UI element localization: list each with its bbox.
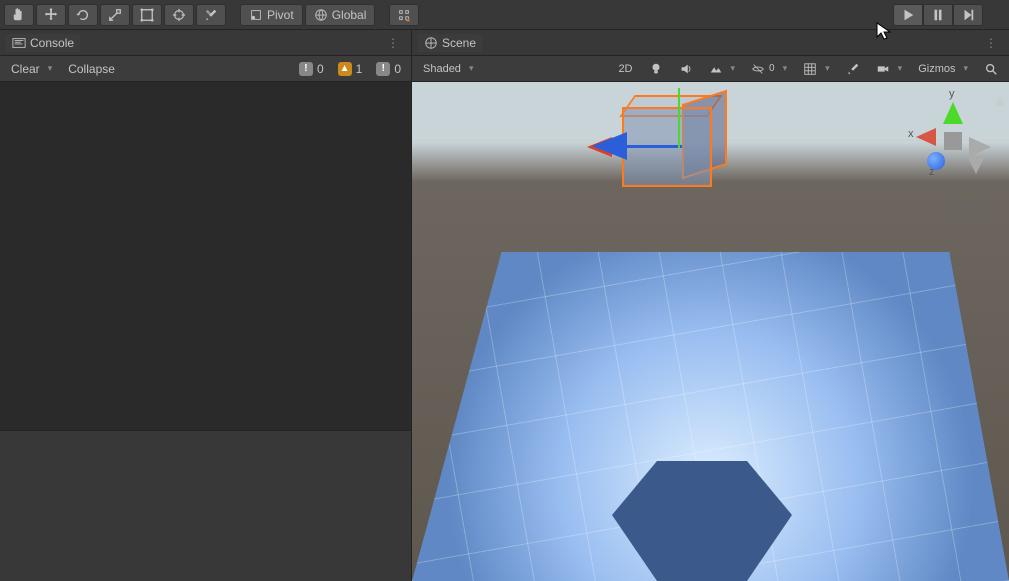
console-detail-area[interactable]: [0, 431, 411, 581]
2d-label: 2D: [618, 63, 632, 75]
grid-icon: [803, 62, 817, 76]
console-tab[interactable]: Console: [6, 34, 80, 52]
tools-button[interactable]: [839, 59, 867, 79]
play-button[interactable]: [893, 4, 923, 26]
shading-mode-dropdown[interactable]: Shaded: [416, 60, 536, 78]
pivot-label: Pivot: [267, 8, 294, 22]
play-controls: [893, 4, 983, 26]
effects-icon: [709, 62, 723, 76]
gizmo-z-line[interactable]: [627, 145, 682, 148]
scene-tab-label: Scene: [442, 36, 476, 50]
axis-y-label: y: [949, 88, 955, 100]
gizmo-y-cone[interactable]: [943, 102, 963, 124]
console-tab-label: Console: [30, 36, 74, 50]
rect-tool-button[interactable]: [132, 4, 162, 26]
scene-icon: [424, 36, 438, 50]
lightbulb-icon: [649, 62, 663, 76]
eye-off-icon: [751, 62, 765, 76]
scene-tab[interactable]: Scene: [418, 34, 482, 52]
console-panel: Console ⋮ Clear Collapse ! 0 ▲ 1 ! 0: [0, 30, 412, 581]
console-tab-bar: Console ⋮: [0, 30, 411, 56]
axis-x-label: x: [908, 128, 914, 140]
collapse-label: Collapse: [68, 62, 115, 76]
info-count-toggle[interactable]: ! 0: [293, 60, 330, 78]
error-count: 0: [394, 62, 401, 76]
chevron-left-icon: [940, 201, 952, 213]
projection-label: Persp: [956, 200, 987, 214]
gizmo-center[interactable]: [944, 132, 962, 150]
gizmos-label: Gizmos: [918, 63, 955, 75]
grid-dropdown[interactable]: [796, 59, 837, 79]
snap-toggle-button[interactable]: [389, 4, 419, 26]
scene-toolbar: Shaded 2D 0: [412, 56, 1009, 82]
gizmo-y-line[interactable]: [678, 88, 680, 148]
audio-icon: [679, 62, 693, 76]
step-button[interactable]: [953, 4, 983, 26]
audio-toggle-button[interactable]: [672, 59, 700, 79]
gizmo-z-arrow[interactable]: [592, 132, 627, 160]
rotate-tool-button[interactable]: [68, 4, 98, 26]
gizmo-x-cone[interactable]: [916, 128, 936, 146]
projection-toggle[interactable]: Persp: [940, 200, 987, 214]
move-tool-button[interactable]: [36, 4, 66, 26]
lighting-toggle-button[interactable]: [642, 59, 670, 79]
effects-dropdown[interactable]: [702, 59, 743, 79]
transform-tool-button[interactable]: [164, 4, 194, 26]
gizmo-neg-x-cone[interactable]: [969, 137, 991, 157]
2d-toggle-button[interactable]: 2D: [611, 60, 639, 78]
gizmos-dropdown[interactable]: Gizmos: [911, 60, 975, 78]
warning-count: 1: [356, 62, 363, 76]
lock-icon[interactable]: [993, 94, 1007, 108]
pivot-toggle-button[interactable]: Pivot: [240, 4, 303, 26]
global-toggle-button[interactable]: Global: [305, 4, 376, 26]
error-count-toggle[interactable]: ! 0: [370, 60, 407, 78]
orientation-gizmo[interactable]: y x z: [913, 92, 993, 192]
info-count: 0: [317, 62, 324, 76]
console-log-area[interactable]: [0, 82, 411, 431]
scene-viewport[interactable]: y x z Persp: [412, 82, 1009, 581]
scale-tool-button[interactable]: [100, 4, 130, 26]
clear-label: Clear: [11, 62, 40, 76]
info-icon: !: [299, 62, 313, 76]
console-icon: [12, 36, 26, 50]
global-label: Global: [332, 8, 367, 22]
tools-icon: [846, 62, 860, 76]
gizmo-z-sphere[interactable]: [927, 152, 945, 170]
warning-icon: ▲: [338, 62, 352, 76]
custom-tools-button[interactable]: [196, 4, 226, 26]
scene-menu-button[interactable]: ⋮: [979, 36, 1003, 50]
collapse-button[interactable]: Collapse: [61, 59, 122, 79]
clear-button[interactable]: Clear: [4, 59, 59, 79]
warning-count-toggle[interactable]: ▲ 1: [332, 60, 369, 78]
gizmo-neg-y-cone[interactable]: [967, 156, 985, 174]
camera-dropdown[interactable]: [869, 59, 910, 79]
error-icon: !: [376, 62, 390, 76]
scene-panel: Scene ⋮ Shaded 2D 0: [412, 30, 1009, 581]
search-button[interactable]: [977, 59, 1005, 79]
scene-tab-bar: Scene ⋮: [412, 30, 1009, 56]
camera-icon: [876, 62, 890, 76]
pause-button[interactable]: [923, 4, 953, 26]
search-icon: [984, 62, 998, 76]
hand-tool-button[interactable]: [4, 4, 34, 26]
visibility-dropdown[interactable]: 0: [744, 59, 794, 79]
console-toolbar: Clear Collapse ! 0 ▲ 1 ! 0: [0, 56, 411, 82]
shading-mode-label: Shaded: [423, 63, 461, 75]
main-toolbar: Pivot Global: [0, 0, 1009, 30]
console-menu-button[interactable]: ⋮: [381, 36, 405, 50]
